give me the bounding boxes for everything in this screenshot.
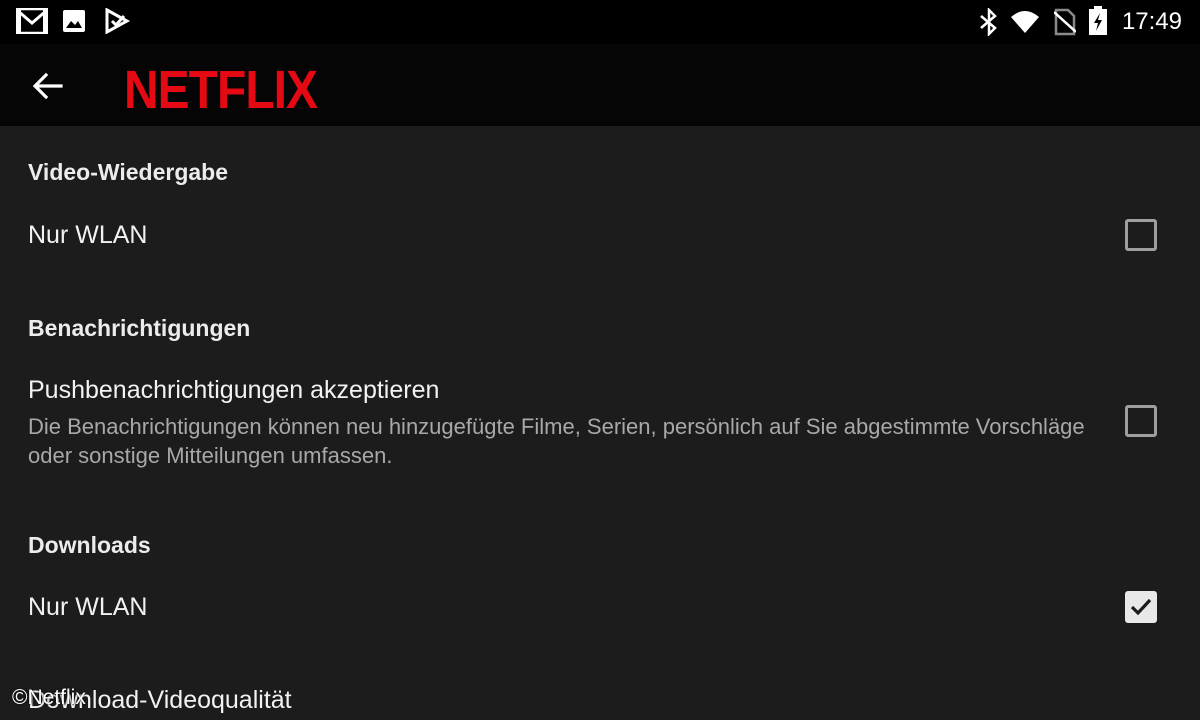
settings-list: Video-Wiedergabe Nur WLAN Benachrichtigu… [0,126,1200,720]
checkmark-icon [1130,598,1152,616]
downloads-wifi-only-checkbox[interactable] [1125,591,1157,623]
gallery-icon [63,10,85,32]
clock: 17:49 [1121,8,1182,35]
app-bar: NETFLIX [0,44,1200,126]
battery-charging-icon [1089,6,1107,35]
bluetooth-icon [980,8,997,36]
section-title-video: Video-Wiedergabe [28,159,229,185]
section-title-downloads: Downloads [28,532,151,558]
status-bar: 17:49 [0,0,1200,44]
downloads-wifi-only-label[interactable]: Nur WLAN [28,593,147,622]
push-notifications-checkbox[interactable] [1125,405,1157,437]
video-wifi-only-label[interactable]: Nur WLAN [28,221,147,250]
back-button[interactable] [28,66,68,106]
arrow-back-icon [32,72,63,100]
video-wifi-only-checkbox[interactable] [1125,219,1157,251]
copyright-watermark: ©Netflix [12,686,86,709]
wifi-icon [1011,11,1039,33]
netflix-logo: NETFLIX [124,61,318,121]
no-sim-icon [1054,8,1076,36]
push-notifications-description: Die Benachrichtigungen können neu hinzug… [28,414,1085,468]
push-notifications-label[interactable]: Pushbenachrichtigungen akzeptieren [28,376,439,405]
section-title-notifications: Benachrichtigungen [28,315,251,341]
play-store-icon [105,8,130,34]
gmail-icon [16,8,48,34]
